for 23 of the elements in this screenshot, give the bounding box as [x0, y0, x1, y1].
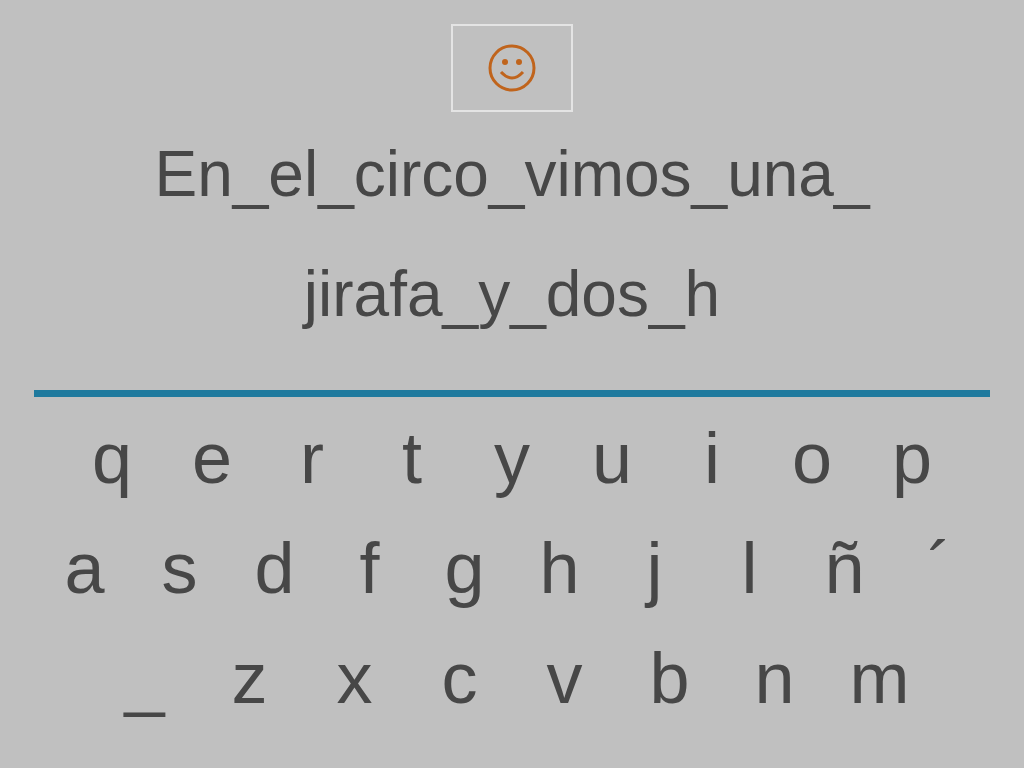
letter-key[interactable]: i — [662, 421, 762, 495]
letter-key[interactable]: b — [617, 641, 722, 715]
letter-key[interactable]: d — [227, 531, 322, 605]
letter-key[interactable]: a — [37, 531, 132, 605]
letter-key[interactable]: r — [262, 421, 362, 495]
letter-key[interactable]: v — [512, 641, 617, 715]
letter-key[interactable]: o — [762, 421, 862, 495]
letter-key[interactable]: m — [827, 641, 932, 715]
letter-key[interactable]: x — [302, 641, 407, 715]
letter-key[interactable]: _ — [92, 641, 197, 715]
letter-key[interactable]: h — [512, 531, 607, 605]
letter-key[interactable]: f — [322, 531, 417, 605]
letter-key[interactable]: e — [162, 421, 262, 495]
letter-key[interactable]: ´ — [892, 531, 987, 605]
letter-key[interactable]: c — [407, 641, 512, 715]
letter-key[interactable]: z — [197, 641, 302, 715]
smiley-icon — [487, 43, 537, 93]
letter-key[interactable]: s — [132, 531, 227, 605]
letter-key[interactable]: u — [562, 421, 662, 495]
letter-key[interactable]: n — [722, 641, 827, 715]
letter-key[interactable]: ñ — [797, 531, 892, 605]
letter-key[interactable]: l — [702, 531, 797, 605]
letter-key[interactable]: t — [362, 421, 462, 495]
